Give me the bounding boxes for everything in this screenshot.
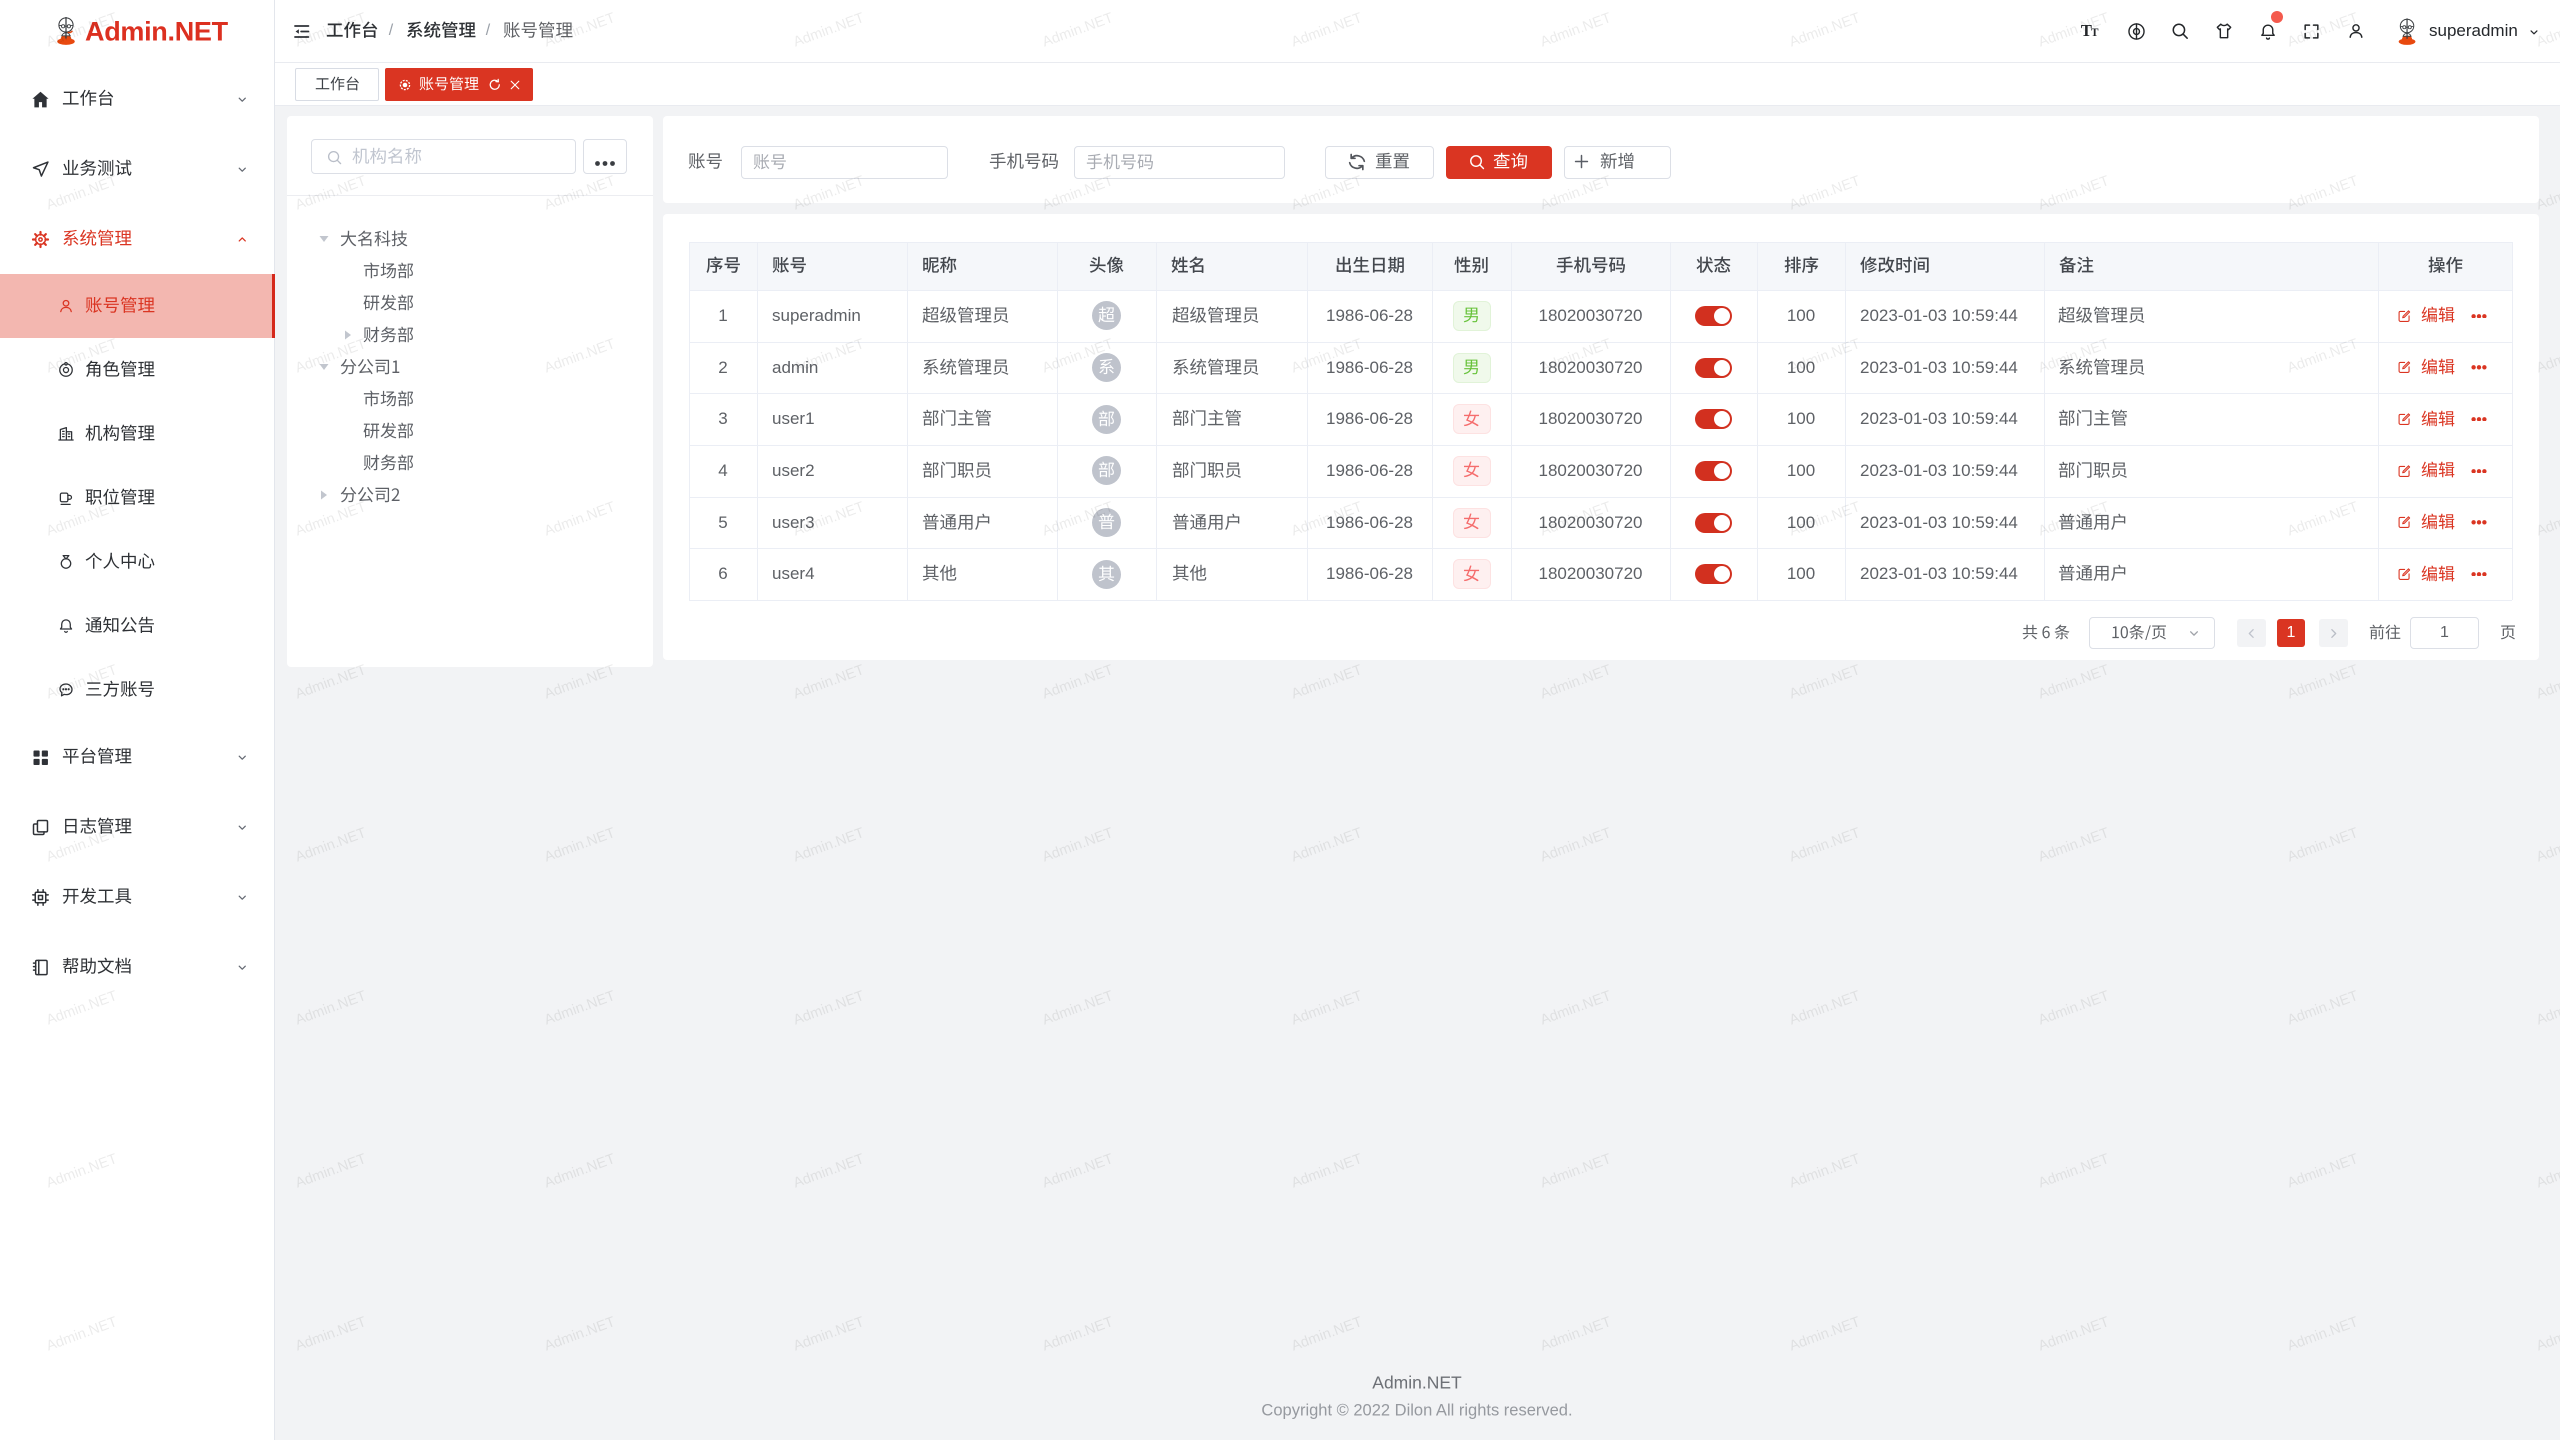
svg-text:T: T — [2091, 27, 2099, 39]
